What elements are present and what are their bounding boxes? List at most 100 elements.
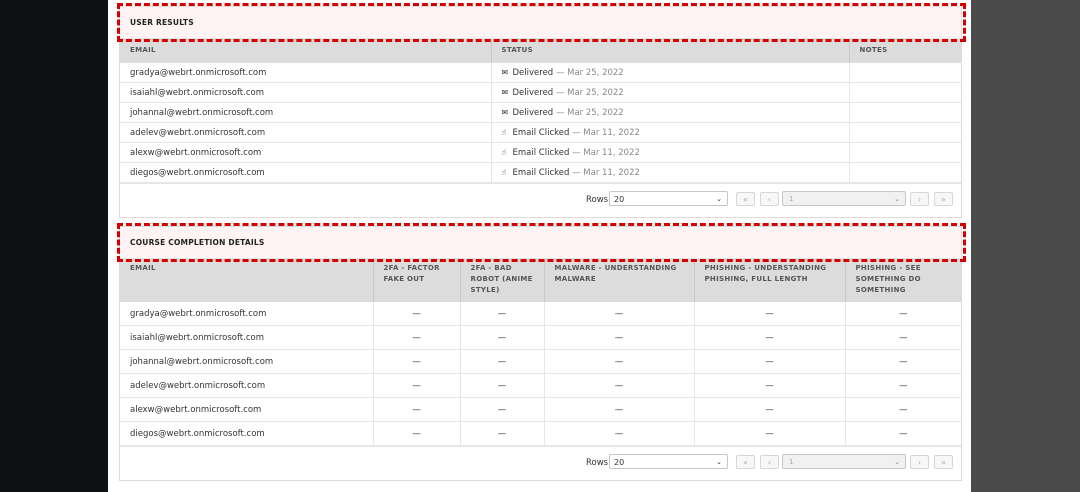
notes-cell — [849, 63, 961, 83]
completion-cell: — — [544, 397, 695, 422]
notes-cell — [849, 102, 961, 123]
completion-cell: — — [460, 349, 545, 374]
rows-per-page-value: 20 — [614, 458, 625, 467]
prev-page-button[interactable]: ‹ — [760, 455, 779, 469]
completion-cell: — — [544, 373, 695, 398]
last-page-button[interactable]: » — [934, 455, 953, 469]
completion-cell: — — [845, 421, 961, 446]
completion-cell: — — [694, 397, 846, 422]
email-cell: johannal@webrt.onmicrosoft.com — [120, 102, 492, 123]
completion-cell: — — [460, 325, 545, 350]
completion-cell: — — [845, 325, 961, 350]
completion-cell: — — [460, 302, 545, 326]
rows-label: Rows — [586, 195, 609, 205]
column-header-email[interactable]: EMAIL — [120, 39, 492, 63]
page-select[interactable]: 1 ⌄ — [782, 191, 906, 206]
table-row: adelev@webrt.onmicrosoft.com ☝ Email Click… — [120, 122, 961, 143]
notes-cell — [849, 82, 961, 103]
column-header-course[interactable]: PHISHING - UNDERSTANDING PHISHING, FULL … — [694, 259, 846, 302]
notes-cell — [849, 162, 961, 183]
email-cell: diegos@webrt.onmicrosoft.com — [120, 421, 374, 446]
course-completion-table: EMAIL 2FA - FACTOR FAKE OUT 2FA - BAD RO… — [120, 259, 961, 446]
rows-label: Rows — [586, 458, 609, 468]
completion-cell: — — [694, 349, 846, 374]
completion-cell: — — [373, 325, 461, 350]
email-cell: isaiahl@webrt.onmicrosoft.com — [120, 82, 492, 103]
column-header-course[interactable]: 2FA - BAD ROBOT (ANIME STYLE) — [460, 259, 545, 302]
highlight-box — [117, 3, 966, 42]
column-header-notes[interactable]: NOTES — [849, 39, 961, 63]
email-cell: gradya@webrt.onmicrosoft.com — [120, 63, 492, 83]
user-results-header: USER RESULTS — [117, 3, 966, 42]
completion-cell: — — [845, 397, 961, 422]
page-select[interactable]: 1 ⌄ — [782, 454, 906, 469]
status-cell: ✉ Delivered — Mar 25, 2022 — [491, 102, 850, 123]
last-page-button[interactable]: » — [934, 192, 953, 206]
status-date: — Mar 11, 2022 — [572, 147, 640, 158]
next-page-button[interactable]: › — [910, 455, 929, 469]
email-cell: alexw@webrt.onmicrosoft.com — [120, 142, 492, 163]
status-text: Delivered — [512, 87, 554, 98]
status-text: Delivered — [512, 67, 554, 78]
completion-cell: — — [460, 397, 545, 422]
status-text: Email Clicked — [512, 167, 570, 178]
completion-cell: — — [373, 373, 461, 398]
email-cell: adelev@webrt.onmicrosoft.com — [120, 122, 492, 143]
pointer-hand-icon: ☝ — [501, 127, 507, 137]
completion-cell: — — [694, 302, 846, 326]
status-cell: ✉ Delivered — Mar 25, 2022 — [491, 82, 850, 103]
status-date: — Mar 11, 2022 — [572, 127, 640, 138]
completion-cell: — — [544, 325, 695, 350]
completion-cell: — — [845, 349, 961, 374]
first-page-button[interactable]: « — [736, 455, 755, 469]
status-text: Delivered — [512, 107, 554, 118]
rows-per-page-select[interactable]: 20 ⌄ — [609, 454, 728, 469]
envelope-icon: ✉ — [501, 87, 509, 97]
envelope-icon: ✉ — [501, 67, 509, 77]
next-page-button[interactable]: › — [910, 192, 929, 206]
notes-cell — [849, 142, 961, 163]
email-cell: alexw@webrt.onmicrosoft.com — [120, 397, 374, 422]
table-row: alexw@webrt.onmicrosoft.com ☝ Email Clicke… — [120, 142, 961, 163]
column-header-status[interactable]: STATUS — [491, 39, 850, 63]
status-cell: ☝ Email Clicked — Mar 11, 2022 — [491, 142, 850, 163]
rows-per-page-select[interactable]: 20 ⌄ — [609, 191, 728, 206]
completion-cell: — — [373, 421, 461, 446]
email-cell: gradya@webrt.onmicrosoft.com — [120, 302, 374, 326]
panel-title: USER RESULTS — [130, 18, 194, 27]
status-date: — Mar 25, 2022 — [555, 87, 624, 98]
email-cell: adelev@webrt.onmicrosoft.com — [120, 373, 374, 398]
completion-cell: — — [544, 349, 695, 374]
completion-cell: — — [845, 302, 961, 326]
status-cell: ✉ Delivered — Mar 25, 2022 — [491, 63, 850, 83]
status-date: — Mar 25, 2022 — [555, 107, 624, 118]
completion-cell: — — [694, 421, 846, 446]
notes-cell — [849, 122, 961, 143]
column-header-course[interactable]: PHISHING - SEE SOMETHING DO SOMETHING — [845, 259, 961, 302]
email-cell: diegos@webrt.onmicrosoft.com — [120, 162, 492, 183]
table-row: diegos@webrt.onmicrosoft.com ☝ Email Click… — [120, 162, 961, 183]
status-cell: ☝ Email Clicked — Mar 11, 2022 — [491, 162, 850, 183]
chevron-down-icon: ⌄ — [894, 458, 900, 466]
course-completion-header: COURSE COMPLETION DETAILS — [117, 223, 966, 262]
column-header-email[interactable]: EMAIL — [120, 259, 374, 302]
chevron-down-icon: ⌄ — [716, 195, 722, 203]
table-row: isaiahl@webrt.onmicrosoft.com — — — — — — [120, 325, 961, 350]
table-row: johannal@webrt.onmicrosoft.com — — — — — — [120, 349, 961, 374]
status-text: Email Clicked — [512, 147, 570, 158]
status-date: — Mar 11, 2022 — [572, 167, 640, 178]
panel-title: COURSE COMPLETION DETAILS — [130, 238, 265, 247]
chevron-down-icon: ⌄ — [894, 195, 900, 203]
status-cell: ☝ Email Clicked — Mar 11, 2022 — [491, 122, 850, 143]
first-page-button[interactable]: « — [736, 192, 755, 206]
pointer-hand-icon: ☝ — [501, 167, 507, 177]
column-header-course[interactable]: MALWARE - UNDERSTANDING MALWARE — [544, 259, 695, 302]
left-dark-gutter — [0, 0, 108, 492]
completion-cell: — — [845, 373, 961, 398]
completion-cell: — — [460, 373, 545, 398]
completion-cell: — — [373, 397, 461, 422]
table-row: gradya@webrt.onmicrosoft.com — — — — — — [120, 302, 961, 326]
column-header-course[interactable]: 2FA - FACTOR FAKE OUT — [373, 259, 461, 302]
table-row: alexw@webrt.onmicrosoft.com — — — — — — [120, 397, 961, 422]
prev-page-button[interactable]: ‹ — [760, 192, 779, 206]
